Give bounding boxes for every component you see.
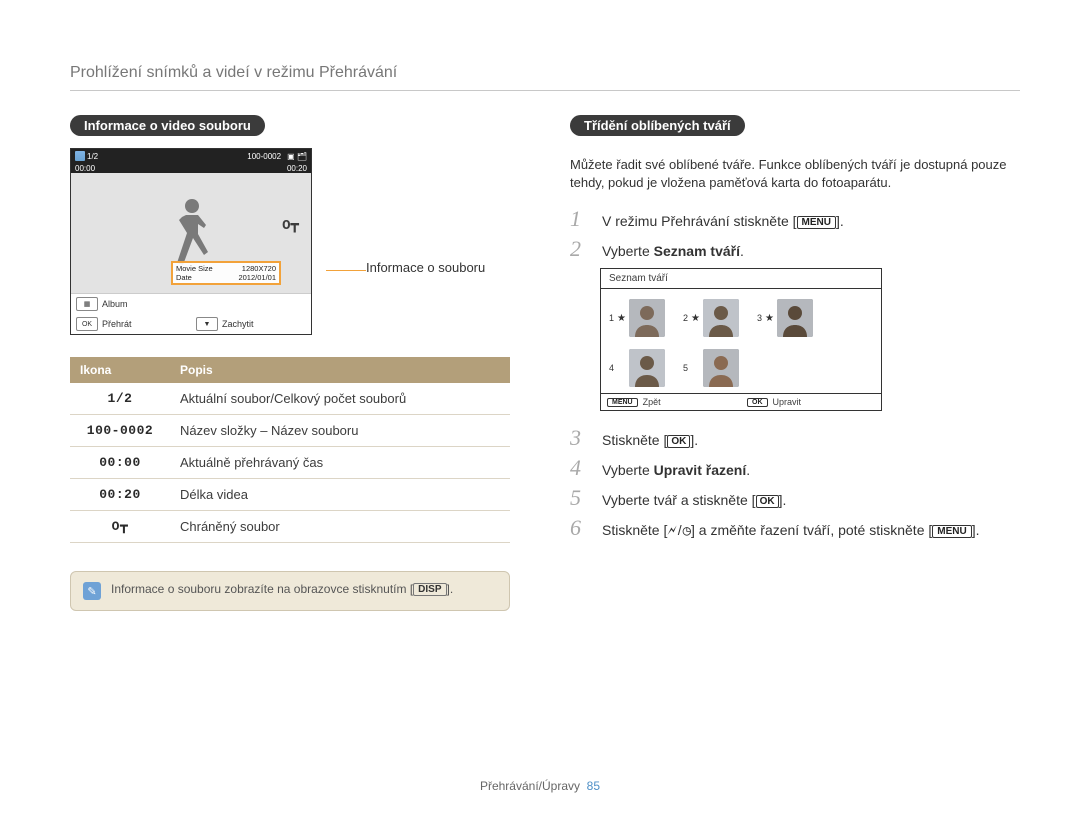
table-row: 100-0002 Název složky – Název souboru	[70, 415, 510, 447]
down-arrow-icon: ▼	[196, 317, 218, 331]
capture-hint: ▼ Zachytit	[191, 314, 311, 334]
time-played: 00:00	[75, 164, 95, 173]
time-total: 00:20	[287, 164, 307, 173]
table-row: 1/2 Aktuální soubor/Celkový počet soubor…	[70, 383, 510, 415]
face-thumb	[777, 299, 813, 337]
face-item: 5 ★	[683, 349, 741, 387]
back-hint: MENU Zpět	[601, 394, 741, 410]
star-icon: ★	[691, 313, 700, 324]
star-icon: ★	[617, 313, 626, 324]
face-grid: 1 ★ 2 ★ 3 ★ 4	[601, 289, 881, 393]
icon-description-table: Ikona Popis 1/2 Aktuální soubor/Celkový …	[70, 357, 510, 543]
callout-label: Informace o souboru	[366, 260, 485, 275]
menu-button-label: MENU	[932, 525, 971, 538]
flash-icon: 🗲	[667, 524, 676, 540]
camera-screen: 1/2 100-0002 ▣ 🗂 00:00 00:20 O┳	[70, 148, 312, 335]
face-item: 1 ★	[609, 299, 665, 337]
camera-preview: O┳ Movie Size1280X720 Date2012/01/01	[71, 173, 311, 293]
intro-text: Můžete řadit své oblíbené tváře. Funkce …	[570, 156, 1020, 192]
step-4: 4 Vyberte Upravit řazení.	[570, 457, 1020, 479]
th-icon: Ikona	[70, 357, 170, 383]
file-info-box: Movie Size1280X720 Date2012/01/01	[171, 261, 281, 285]
step-6: 6 Stiskněte [🗲/◷] a změňte řazení tváří,…	[570, 517, 1020, 540]
face-list-panel: Seznam tváří 1 ★ 2 ★ 3 ★	[600, 268, 882, 411]
callout-line	[326, 270, 366, 272]
step-3: 3 Stiskněte [OK].	[570, 427, 1020, 449]
page-title: Prohlížení snímků a videí v režimu Přehr…	[70, 64, 1020, 82]
page-footer: Přehrávání/Úpravy 85	[0, 779, 1080, 793]
thumbnail-icon	[75, 151, 85, 161]
table-row: 00:20 Délka videa	[70, 479, 510, 511]
note-icon: ✎	[83, 582, 101, 600]
table-row: 00:00 Aktuálně přehrávaný čas	[70, 447, 510, 479]
face-item: 3 ★	[757, 299, 813, 337]
face-item: 4 ★	[609, 349, 665, 387]
album-icon: ▦	[76, 297, 98, 311]
lock-icon: O┳	[112, 519, 129, 534]
camera-top-bar: 1/2 100-0002 ▣ 🗂	[71, 149, 311, 163]
step-5: 5 Vyberte tvář a stiskněte [OK].	[570, 487, 1020, 509]
disp-button-label: DISP	[413, 583, 446, 596]
timer-icon: ◷	[683, 524, 691, 540]
step-2: 2 Vyberte Seznam tváří.	[570, 238, 1020, 260]
edit-hint: OK Upravit	[741, 394, 881, 410]
title-rule	[70, 90, 1020, 91]
face-thumb	[703, 299, 739, 337]
step-1: 1 V režimu Přehrávání stiskněte [MENU].	[570, 208, 1020, 230]
file-id: 100-0002	[247, 152, 281, 161]
ok-icon: OK	[76, 317, 98, 331]
th-desc: Popis	[170, 357, 510, 383]
face-list-title: Seznam tváří	[601, 269, 881, 289]
table-row: O┳ Chráněný soubor	[70, 511, 510, 543]
face-thumb	[629, 349, 665, 387]
file-counter: 1/2	[87, 152, 98, 161]
face-thumb	[703, 349, 739, 387]
ok-button-label: OK	[667, 435, 690, 448]
lock-icon: O┳	[282, 217, 299, 234]
menu-button-label: MENU	[797, 216, 836, 229]
album-hint: ▦ Album	[71, 293, 311, 314]
face-item: 2 ★	[683, 299, 739, 337]
video-info-heading: Informace o video souboru	[70, 115, 265, 136]
star-icon: ★	[765, 313, 774, 324]
play-hint: OK Přehrát	[71, 314, 191, 334]
face-thumb	[629, 299, 665, 337]
ok-button-label: OK	[756, 495, 779, 508]
note-box: ✎ Informace o souboru zobrazíte na obraz…	[70, 571, 510, 611]
face-sort-heading: Třídění oblíbených tváří	[570, 115, 745, 136]
